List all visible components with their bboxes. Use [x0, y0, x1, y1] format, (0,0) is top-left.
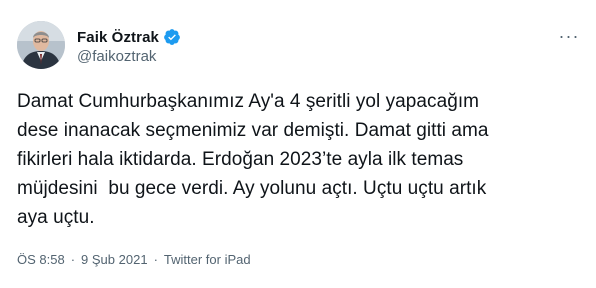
more-options-icon: ···	[558, 26, 580, 46]
tweet-meta: ÖS 8:58 · 9 Şub 2021 · Twitter for iPad	[17, 252, 251, 267]
more-options-button[interactable]: ···	[558, 26, 580, 46]
author-display-name[interactable]: Faik Öztrak	[77, 29, 159, 46]
avatar[interactable]	[17, 21, 65, 69]
meta-separator: ·	[153, 252, 158, 267]
tweet-date[interactable]: 9 Şub 2021	[81, 252, 148, 267]
author-name-row[interactable]: Faik Öztrak	[77, 26, 181, 48]
avatar-image	[17, 21, 65, 69]
tweet-card: Faik Öztrak @faikoztrak ··· Damat Cumhur…	[0, 0, 596, 288]
meta-separator: ·	[70, 252, 76, 267]
tweet-time[interactable]: ÖS 8:58	[17, 252, 65, 267]
tweet-source-link[interactable]: Twitter for iPad	[164, 252, 251, 267]
verified-badge-icon	[164, 29, 180, 45]
tweet-text: Damat Cumhurbaşkanımız Ay'a 4 şeritli yo…	[17, 91, 489, 228]
author-handle[interactable]: @faikoztrak	[77, 48, 156, 65]
